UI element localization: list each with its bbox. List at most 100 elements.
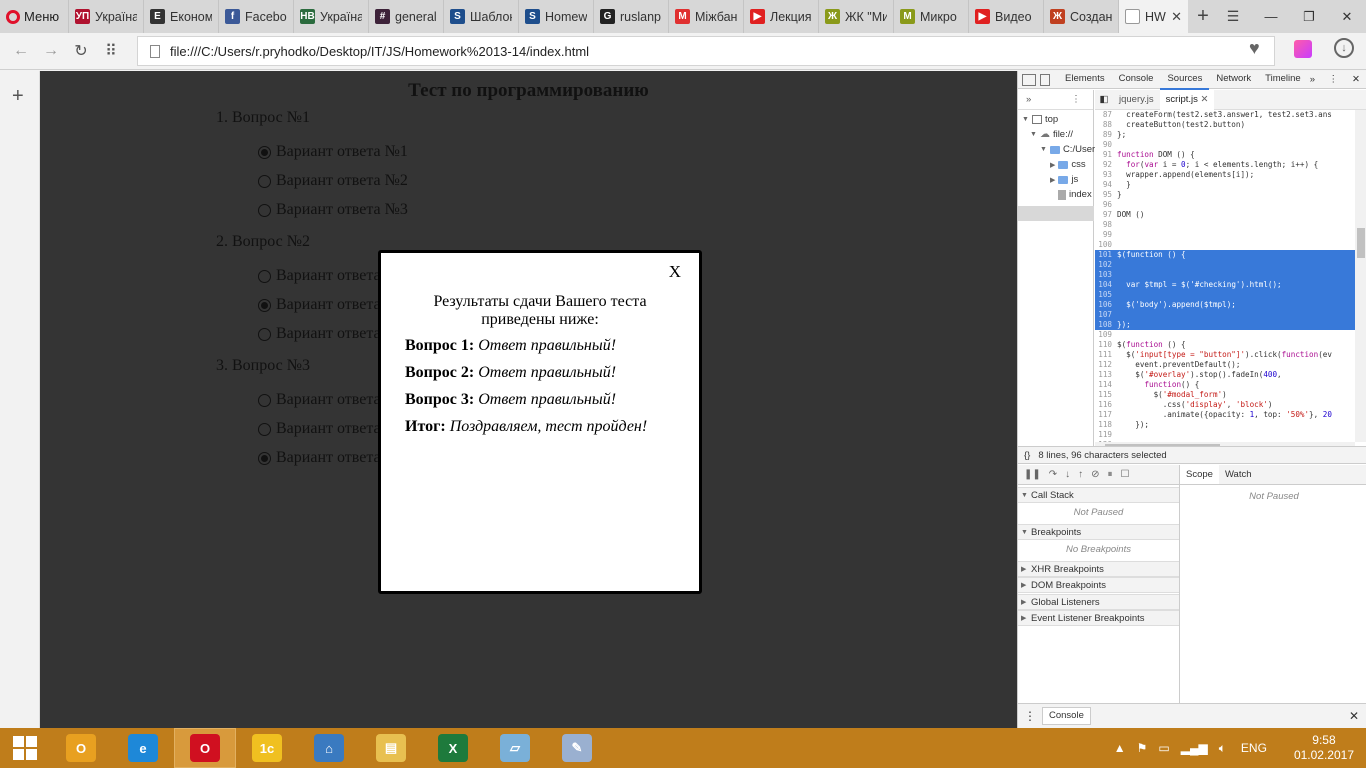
radio-button[interactable] <box>258 422 271 436</box>
panel-tab-network[interactable]: Network <box>1209 70 1258 90</box>
browser-tab[interactable]: УП Україна <box>68 0 143 33</box>
answer-option[interactable]: Вариант ответа №3 <box>258 201 408 219</box>
extension-icon[interactable] <box>1294 40 1312 58</box>
browser-tab[interactable]: M Міжбан <box>668 0 743 33</box>
pause-icon[interactable]: ❚❚ <box>1024 469 1041 480</box>
modal-close-button[interactable]: X <box>669 262 681 282</box>
tree-item-js[interactable]: ▶ js <box>1050 174 1078 185</box>
tab-menu-button[interactable]: ☰ <box>1218 0 1248 33</box>
tree-item-file[interactable]: ▼ ☁ file:// <box>1030 129 1073 140</box>
radio-button[interactable] <box>258 145 271 159</box>
heart-icon[interactable]: ♥ <box>1249 38 1260 59</box>
event-listener-breakpoints-header[interactable]: Event Listener Breakpoints <box>1018 610 1179 627</box>
language-indicator[interactable]: ENG <box>1241 741 1267 755</box>
call-stack-header[interactable]: Call Stack <box>1018 487 1179 504</box>
async-checkbox[interactable]: ☐ <box>1121 469 1130 480</box>
answer-option[interactable]: Вариант ответа №1 <box>258 143 408 161</box>
expand-icon[interactable]: » <box>1026 94 1031 105</box>
answer-option[interactable]: Вариант ответа №2 <box>258 172 408 190</box>
new-tab-button[interactable]: + <box>1188 0 1218 33</box>
browser-tab[interactable]: Ж ЖК "Ми <box>818 0 893 33</box>
taskbar-app[interactable]: e <box>112 728 174 768</box>
taskbar-app[interactable]: ✎ <box>546 728 608 768</box>
step-out-icon[interactable]: ↑ <box>1078 469 1083 480</box>
panel-tab-sources[interactable]: Sources <box>1160 70 1210 90</box>
opera-menu-button[interactable]: Меню <box>0 0 68 33</box>
browser-tab[interactable]: Ж Создан <box>1043 0 1118 33</box>
volume-icon[interactable]: 🔈︎ <box>1219 741 1226 756</box>
tree-item-top[interactable]: ▼ top <box>1022 114 1058 125</box>
format-icon[interactable]: {} <box>1024 450 1030 461</box>
tab-active[interactable]: HW ✕ <box>1118 0 1188 33</box>
navigator-menu-icon[interactable]: ⋮ <box>1071 94 1081 105</box>
browser-tab[interactable]: М Микро <box>893 0 968 33</box>
inspect-icon[interactable] <box>1022 73 1036 86</box>
tab-scope[interactable]: Scope <box>1180 465 1219 484</box>
tab-watch[interactable]: Watch <box>1219 465 1258 484</box>
minimize-icon[interactable]: — <box>1252 0 1290 33</box>
browser-tab[interactable]: Е Економ <box>143 0 218 33</box>
battery-icon[interactable]: ▭ <box>1158 741 1169 755</box>
close-tab-icon[interactable]: ✕ <box>1171 9 1182 25</box>
radio-button[interactable] <box>258 327 271 341</box>
taskbar-app[interactable]: ▤ <box>360 728 422 768</box>
more-panels-icon[interactable]: » <box>1310 74 1315 85</box>
taskbar-app[interactable]: 1с <box>236 728 298 768</box>
clock[interactable]: 9:58 01.02.2017 <box>1294 733 1354 763</box>
vertical-scrollbar[interactable] <box>1355 110 1366 442</box>
maximize-icon[interactable]: ❐ <box>1290 0 1328 33</box>
browser-tab[interactable]: f Facebook <box>218 0 293 33</box>
radio-button[interactable] <box>258 203 271 217</box>
tray-expand-icon[interactable]: ▲ <box>1114 741 1126 755</box>
devtools-menu-icon[interactable]: ⋮ <box>1329 74 1339 85</box>
devtools-close-icon[interactable]: ✕ <box>1352 74 1360 85</box>
code-area[interactable]: 87 createForm(test2.set3.answer1, test2.… <box>1095 110 1355 442</box>
file-tab-script[interactable]: script.js ✕ <box>1159 89 1215 110</box>
tree-item-users[interactable]: ▼ C:/User <box>1040 144 1095 155</box>
toggle-navigator-icon[interactable]: ◧ <box>1095 94 1113 105</box>
panel-tab-elements[interactable]: Elements <box>1058 70 1112 90</box>
step-into-icon[interactable]: ↓ <box>1065 469 1070 480</box>
taskbar-app[interactable]: O <box>50 728 112 768</box>
speed-dial-icon[interactable]: ⠿ <box>96 41 126 61</box>
radio-button[interactable] <box>258 393 271 407</box>
radio-button[interactable] <box>258 451 271 465</box>
file-tab-jquery[interactable]: jquery.js <box>1113 90 1160 110</box>
step-over-icon[interactable]: ↷ <box>1049 469 1057 480</box>
start-button[interactable] <box>0 728 50 768</box>
download-icon[interactable]: ↓ <box>1334 38 1354 58</box>
browser-tab[interactable]: НВ Україна <box>293 0 368 33</box>
tree-item-index[interactable]: index <box>1058 189 1092 200</box>
radio-button[interactable] <box>258 269 271 283</box>
add-panel-icon[interactable]: + <box>12 85 24 108</box>
signal-icon[interactable]: ▂▄▆ <box>1181 741 1208 755</box>
browser-tab[interactable]: ▶ Лекция <box>743 0 818 33</box>
radio-button[interactable] <box>258 174 271 188</box>
taskbar-app[interactable]: ▱ <box>484 728 546 768</box>
taskbar-app[interactable]: X <box>422 728 484 768</box>
pause-on-exceptions-icon[interactable]: ⏸ <box>1108 469 1113 480</box>
browser-tab[interactable]: S Шаблон <box>443 0 518 33</box>
back-icon[interactable]: ← <box>6 42 36 60</box>
drawer-menu-icon[interactable]: ⋮ <box>1018 709 1042 723</box>
taskbar-app[interactable]: O <box>174 728 236 768</box>
browser-tab[interactable]: Gruslanp <box>593 0 668 33</box>
browser-tab[interactable]: ▶ Видео <box>968 0 1043 33</box>
device-mode-icon[interactable] <box>1040 73 1050 86</box>
browser-tab[interactable]: S Homew <box>518 0 593 33</box>
xhr-breakpoints-header[interactable]: XHR Breakpoints <box>1018 561 1179 578</box>
panel-tab-timeline[interactable]: Timeline <box>1258 70 1308 90</box>
browser-tab[interactable]: # general <box>368 0 443 33</box>
drawer-close-icon[interactable]: ✕ <box>1349 709 1366 723</box>
reload-icon[interactable]: ↻ <box>66 41 96 61</box>
breakpoints-header[interactable]: Breakpoints <box>1018 524 1179 541</box>
radio-button[interactable] <box>258 298 271 312</box>
global-listeners-header[interactable]: Global Listeners <box>1018 594 1179 611</box>
close-window-icon[interactable]: ✕ <box>1328 0 1366 33</box>
deactivate-breakpoints-icon[interactable]: ⊘ <box>1091 469 1099 480</box>
taskbar-app[interactable]: ⌂ <box>298 728 360 768</box>
tree-item-css[interactable]: ▶ css <box>1050 159 1086 170</box>
flag-icon[interactable]: ⚑ <box>1137 741 1148 755</box>
dom-breakpoints-header[interactable]: DOM Breakpoints <box>1018 577 1179 594</box>
url-field[interactable]: file:///C:/Users/r.pryhodko/Desktop/IT/J… <box>137 36 1275 66</box>
